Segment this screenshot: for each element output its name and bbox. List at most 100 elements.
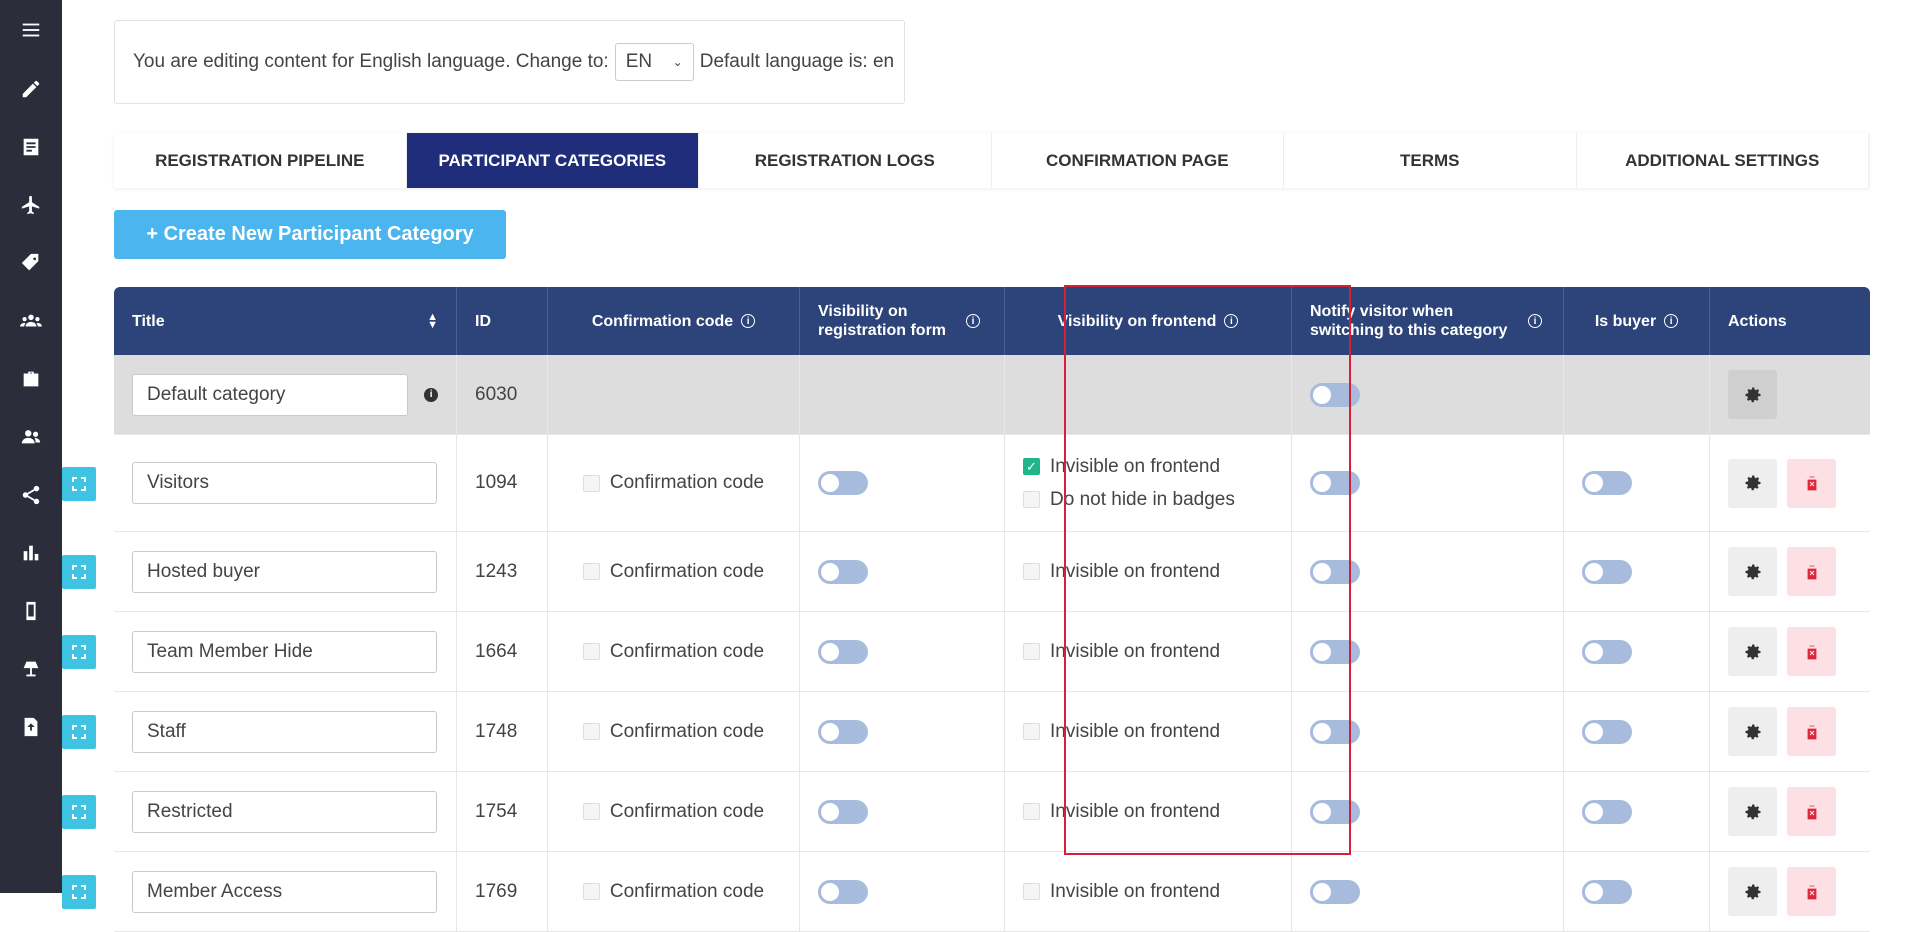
notify-toggle[interactable] bbox=[1310, 719, 1360, 744]
menu-icon[interactable] bbox=[0, 10, 62, 50]
invisible-checkbox[interactable]: ✓ Invisible on frontend bbox=[1023, 456, 1220, 478]
chart-icon[interactable] bbox=[0, 533, 62, 573]
invisible-checkbox[interactable]: Invisible on frontend bbox=[1023, 641, 1220, 663]
settings-button[interactable] bbox=[1728, 547, 1777, 596]
invisible-checkbox[interactable]: Invisible on frontend bbox=[1023, 561, 1220, 583]
pencil-icon[interactable] bbox=[0, 69, 62, 109]
delete-button[interactable] bbox=[1787, 867, 1836, 916]
title-input[interactable]: Team Member Hide bbox=[132, 630, 437, 673]
settings-button[interactable] bbox=[1728, 707, 1777, 756]
tab-registration-pipeline[interactable]: REGISTRATION PIPELINE bbox=[114, 133, 407, 188]
visibility-form-toggle[interactable] bbox=[818, 879, 868, 904]
tag-icon[interactable] bbox=[0, 243, 62, 283]
confirmation-checkbox[interactable]: Confirmation code bbox=[582, 721, 764, 743]
invisible-checkbox[interactable]: Invisible on frontend bbox=[1023, 881, 1220, 903]
badges-checkbox[interactable]: Do not hide in badges bbox=[1023, 489, 1235, 511]
buyer-toggle[interactable] bbox=[1582, 719, 1632, 744]
language-select[interactable]: EN ⌄ bbox=[614, 43, 694, 81]
confirmation-checkbox[interactable]: Confirmation code bbox=[582, 472, 764, 494]
notify-toggle[interactable] bbox=[1310, 559, 1360, 584]
visibility-form-toggle[interactable] bbox=[818, 559, 868, 584]
sidebar bbox=[0, 0, 62, 893]
group-icon[interactable] bbox=[0, 301, 62, 341]
tab-terms[interactable]: TERMS bbox=[1284, 133, 1577, 188]
tab-confirmation-page[interactable]: CONFIRMATION PAGE bbox=[991, 133, 1284, 188]
users-icon[interactable] bbox=[0, 417, 62, 457]
briefcase-icon[interactable] bbox=[0, 359, 62, 399]
table-row: Team Member Hide 1664 Confirmation code … bbox=[62, 612, 1870, 692]
title-input[interactable]: Visitors bbox=[132, 462, 437, 504]
expand-icon[interactable] bbox=[62, 635, 96, 669]
tab-registration-logs[interactable]: REGISTRATION LOGS bbox=[699, 133, 992, 188]
expand-icon[interactable] bbox=[62, 795, 96, 829]
delete-button[interactable] bbox=[1787, 547, 1836, 596]
delete-button[interactable] bbox=[1787, 458, 1836, 508]
invisible-checkbox[interactable]: Invisible on frontend bbox=[1023, 721, 1220, 743]
info-icon[interactable]: i bbox=[1528, 314, 1542, 328]
info-icon[interactable]: i bbox=[1664, 314, 1679, 328]
buyer-toggle[interactable] bbox=[1582, 559, 1632, 584]
visibility-form-cell bbox=[800, 772, 1005, 851]
header-title[interactable]: Title ▲ ▼ bbox=[114, 287, 457, 355]
id-value: 1243 bbox=[475, 560, 518, 582]
share-icon[interactable] bbox=[0, 475, 62, 515]
header-buyer-label: Is buyer bbox=[1594, 312, 1657, 330]
visibility-form-toggle[interactable] bbox=[818, 719, 868, 744]
buyer-toggle[interactable] bbox=[1582, 471, 1632, 495]
expand-icon[interactable] bbox=[62, 715, 96, 749]
gear-icon bbox=[1745, 804, 1760, 819]
document-icon[interactable] bbox=[0, 127, 62, 167]
buyer-toggle[interactable] bbox=[1582, 799, 1632, 824]
delete-button[interactable] bbox=[1787, 707, 1836, 756]
notify-toggle[interactable] bbox=[1310, 799, 1360, 824]
tab-additional-settings[interactable]: ADDITIONAL SETTINGS bbox=[1576, 133, 1869, 188]
notify-toggle[interactable] bbox=[1310, 471, 1360, 495]
confirmation-checkbox[interactable]: Confirmation code bbox=[582, 801, 764, 823]
checkbox-box bbox=[582, 563, 600, 580]
language-box: You are editing content for English lang… bbox=[114, 20, 905, 104]
notify-toggle[interactable] bbox=[1310, 382, 1360, 407]
mobile-icon[interactable] bbox=[0, 591, 62, 631]
settings-button[interactable] bbox=[1728, 627, 1777, 676]
delete-button[interactable] bbox=[1787, 627, 1836, 676]
settings-button[interactable] bbox=[1728, 867, 1777, 916]
settings-button[interactable] bbox=[1728, 458, 1777, 508]
empty-cell bbox=[1564, 355, 1710, 434]
upload-file-icon[interactable] bbox=[0, 707, 62, 747]
checkbox-box bbox=[1023, 723, 1040, 740]
notify-cell bbox=[1292, 852, 1564, 931]
create-category-button[interactable]: + Create New Participant Category bbox=[114, 210, 506, 259]
notify-toggle[interactable] bbox=[1310, 639, 1360, 664]
delete-button[interactable] bbox=[1787, 787, 1836, 836]
settings-button[interactable] bbox=[1728, 787, 1777, 836]
confirmation-checkbox[interactable]: Confirmation code bbox=[582, 641, 764, 663]
plane-icon[interactable] bbox=[0, 185, 62, 225]
lamp-icon[interactable] bbox=[0, 649, 62, 689]
invisible-checkbox[interactable]: Invisible on frontend bbox=[1023, 801, 1220, 823]
tab-participant-categories[interactable]: PARTICIPANT CATEGORIES bbox=[406, 133, 699, 188]
info-icon[interactable]: i bbox=[1224, 314, 1239, 328]
expand-icon[interactable] bbox=[62, 555, 96, 589]
confirmation-cell: Confirmation code bbox=[548, 612, 800, 691]
confirmation-checkbox[interactable]: Confirmation code bbox=[582, 881, 764, 903]
sort-icon[interactable]: ▲ ▼ bbox=[427, 312, 438, 331]
title-input[interactable]: Hosted buyer bbox=[132, 550, 437, 593]
visibility-form-toggle[interactable] bbox=[818, 639, 868, 664]
visibility-form-toggle[interactable] bbox=[818, 471, 868, 495]
info-icon[interactable]: i bbox=[966, 314, 980, 328]
title-input[interactable]: Member Access bbox=[132, 870, 437, 913]
expand-icon[interactable] bbox=[62, 467, 96, 501]
info-icon[interactable]: i bbox=[741, 314, 756, 328]
info-icon[interactable]: i bbox=[424, 387, 438, 402]
title-input[interactable]: Restricted bbox=[132, 790, 437, 833]
settings-button[interactable] bbox=[1728, 370, 1777, 419]
buyer-toggle[interactable] bbox=[1582, 879, 1632, 904]
buyer-toggle[interactable] bbox=[1582, 639, 1632, 664]
title-input[interactable]: Default category bbox=[132, 373, 409, 416]
confirmation-checkbox[interactable]: Confirmation code bbox=[582, 561, 764, 583]
expand-icon[interactable] bbox=[62, 875, 96, 909]
notify-cell bbox=[1292, 692, 1564, 771]
notify-toggle[interactable] bbox=[1310, 879, 1360, 904]
title-input[interactable]: Staff bbox=[132, 710, 437, 753]
visibility-form-toggle[interactable] bbox=[818, 799, 868, 824]
